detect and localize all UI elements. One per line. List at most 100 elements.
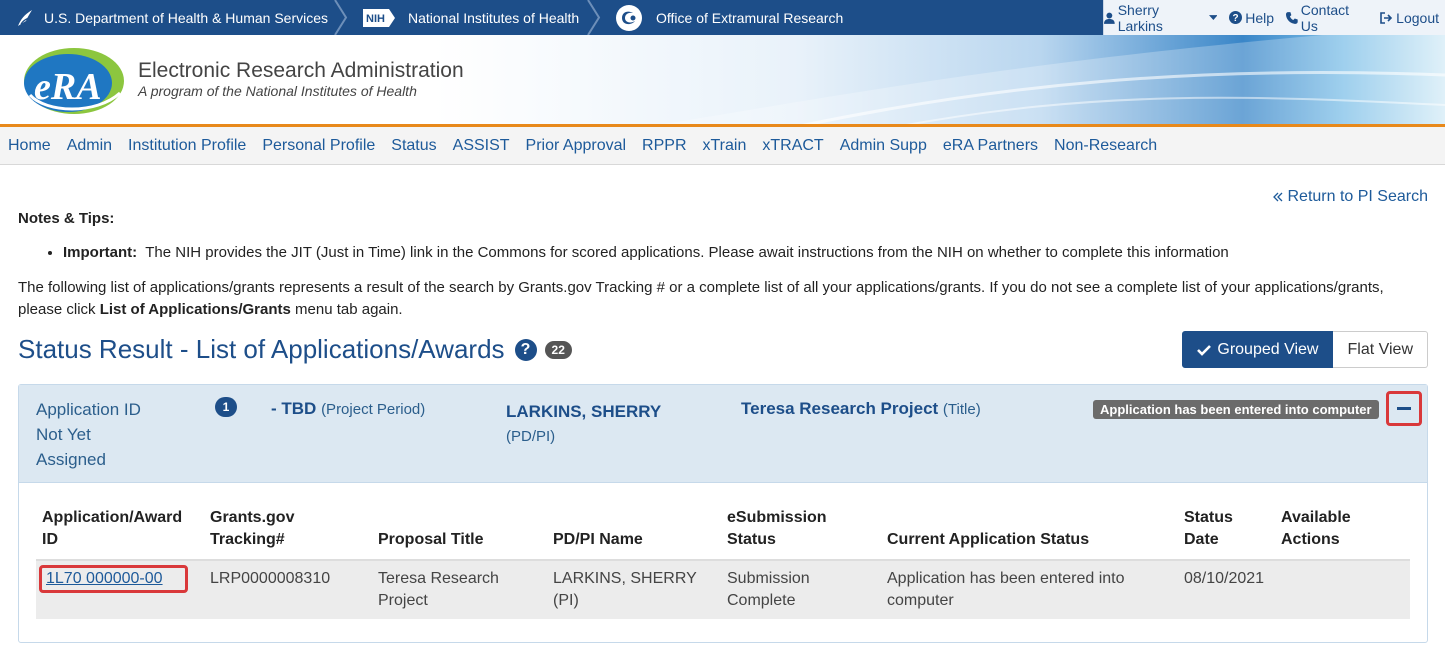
nav-item-xtrain[interactable]: xTrain <box>703 137 747 155</box>
notes-list: Important: The NIH provides the JIT (Jus… <box>18 244 1229 261</box>
nav-item-admin[interactable]: Admin <box>67 137 112 155</box>
nav-item-prior-approval[interactable]: Prior Approval <box>526 137 627 155</box>
note-important-label: Important: <box>63 244 138 261</box>
double-chevron-left-icon <box>1273 192 1283 202</box>
group-title: Teresa Research Project (Title) <box>741 399 981 419</box>
group-period-label: (Project Period) <box>321 401 426 418</box>
col-header-current-status: Current Application Status <box>881 503 1178 561</box>
minus-icon <box>1397 407 1411 410</box>
oer-logo-icon <box>614 3 644 33</box>
cell-esubmission-status: Submission Complete <box>721 560 881 619</box>
group-pi-label: (PD/PI) <box>506 428 556 445</box>
chevron-divider <box>587 0 601 35</box>
group-title-value: Teresa Research Project <box>741 399 939 418</box>
nav-item-era-partners[interactable]: eRA Partners <box>943 137 1038 155</box>
page-title-text: Status Result - List of Applications/Awa… <box>18 334 505 364</box>
group-status-badge: Application has been entered into comput… <box>1093 400 1379 419</box>
hhs-link[interactable]: U.S. Department of Health & Human Servic… <box>14 0 328 35</box>
application-group-panel: Application ID Not Yet Assigned 1 - TBD … <box>18 384 1428 643</box>
nav-item-xtract[interactable]: xTRACT <box>762 137 823 155</box>
nih-label: National Institutes of Health <box>408 9 580 26</box>
question-circle-icon: ? <box>1229 11 1243 24</box>
flat-view-button[interactable]: Flat View <box>1333 331 1428 368</box>
svg-text:NIH: NIH <box>366 13 385 25</box>
nav-item-institution-profile[interactable]: Institution Profile <box>128 137 246 155</box>
grouped-view-label: Grouped View <box>1217 340 1319 358</box>
note-item: Important: The NIH provides the JIT (Jus… <box>63 244 1229 261</box>
col-header-esubmission-status: eSubmission Status <box>721 503 881 561</box>
col-header-tracking: Grants.gov Tracking# <box>204 503 372 561</box>
result-count-badge: 22 <box>544 340 572 359</box>
intro-text-2: menu tab again. <box>290 301 403 318</box>
user-name: Sherry Larkins <box>1117 1 1163 34</box>
check-icon <box>1197 344 1212 356</box>
col-header-app-id: Application/Award ID <box>36 503 204 561</box>
grouped-view-button[interactable]: Grouped View <box>1182 331 1334 368</box>
oer-link[interactable]: Office of Extramural Research <box>614 0 843 35</box>
nav-item-personal-profile[interactable]: Personal Profile <box>262 137 375 155</box>
cell-available-actions <box>1275 560 1410 619</box>
col-header-pi-name: PD/PI Name <box>547 503 721 561</box>
table-header-row: Application/Award ID Grants.gov Tracking… <box>36 503 1410 561</box>
contact-link[interactable]: Contact Us <box>1286 2 1368 34</box>
table-row: 1L70 000000-00 LRP0000008310 Teresa Rese… <box>36 560 1410 619</box>
intro-paragraph: The following list of applications/grant… <box>18 277 1398 321</box>
hhs-label: U.S. Department of Health & Human Servic… <box>44 9 329 26</box>
era-logo[interactable]: eRA <box>16 43 126 119</box>
group-panel-header: Application ID Not Yet Assigned 1 - TBD … <box>19 385 1427 483</box>
help-icon[interactable]: ? <box>514 338 537 361</box>
nih-logo-icon: NIH <box>362 7 396 29</box>
help-label: Help <box>1245 9 1275 26</box>
nav-item-admin-supp[interactable]: Admin Supp <box>840 137 927 155</box>
cell-pi-name: LARKINS, SHERRY (PI) <box>547 560 721 619</box>
application-detail-table: Application/Award ID Grants.gov Tracking… <box>36 503 1410 619</box>
group-project-period: - TBD (Project Period) <box>271 399 425 419</box>
group-pi-name: LARKINS, SHERRY <box>506 402 662 421</box>
group-period-value: - TBD <box>271 399 317 418</box>
caret-down-icon <box>1208 14 1218 20</box>
cell-current-status: Application has been entered into comput… <box>881 560 1178 619</box>
col-header-available-actions: Available Actions <box>1275 503 1410 561</box>
nih-link[interactable]: NIH National Institutes of Health <box>362 0 579 35</box>
app-id-link[interactable]: 1L70 000000-00 <box>39 565 188 593</box>
oer-label: Office of Extramural Research <box>656 9 844 26</box>
banner-swoosh-graphic <box>645 35 1445 127</box>
logout-link[interactable]: Logout <box>1380 10 1439 26</box>
user-dropdown[interactable]: Sherry Larkins <box>1104 1 1218 34</box>
user-menu-bar: Sherry Larkins ? Help Contact Us Logout <box>1103 0 1445 35</box>
nav-item-status[interactable]: Status <box>391 137 436 155</box>
nav-item-assist[interactable]: ASSIST <box>453 137 510 155</box>
cell-proposal-title: Teresa Research Project <box>372 560 547 619</box>
nav-item-home[interactable]: Home <box>8 137 51 155</box>
group-title-label: (Title) <box>942 401 981 418</box>
col-header-proposal-title: Proposal Title <box>372 503 547 561</box>
era-logo-icon: eRA <box>24 48 124 114</box>
banner-title: Electronic Research Administration <box>138 59 464 82</box>
logout-label: Logout <box>1396 9 1439 26</box>
return-link-label: Return to PI Search <box>1287 188 1428 205</box>
top-bar: U.S. Department of Health & Human Servic… <box>0 0 1445 35</box>
group-app-id: Application ID Not Yet Assigned <box>36 400 141 469</box>
cell-status-date: 08/10/2021 <box>1178 560 1275 619</box>
notes-heading: Notes & Tips: <box>18 210 115 227</box>
return-to-pi-search-link[interactable]: Return to PI Search <box>1273 188 1428 206</box>
collapse-button[interactable] <box>1386 391 1422 426</box>
nav-item-non-research[interactable]: Non-Research <box>1054 137 1157 155</box>
banner-subtitle: A program of the National Institutes of … <box>138 83 417 99</box>
cell-tracking: LRP0000008310 <box>204 560 372 619</box>
nav-item-rppr[interactable]: RPPR <box>642 137 686 155</box>
view-toggle: Grouped View Flat View <box>1182 331 1428 368</box>
user-icon <box>1104 12 1115 24</box>
phone-icon <box>1286 11 1298 24</box>
svg-text:?: ? <box>1233 13 1239 24</box>
help-link[interactable]: ? Help <box>1229 10 1274 26</box>
chevron-divider <box>334 0 348 35</box>
svg-text:eRA: eRA <box>34 66 102 108</box>
col-header-status-date: Status Date <box>1178 503 1275 561</box>
sign-out-icon <box>1380 11 1393 24</box>
note-important-text: The NIH provides the JIT (Just in Time) … <box>145 244 1229 261</box>
era-banner: eRA Electronic Research Administration A… <box>0 35 1445 127</box>
cell-app-id: 1L70 000000-00 <box>36 560 204 619</box>
intro-bold-link-name: List of Applications/Grants <box>99 301 291 318</box>
contact-label: Contact Us <box>1300 1 1350 34</box>
